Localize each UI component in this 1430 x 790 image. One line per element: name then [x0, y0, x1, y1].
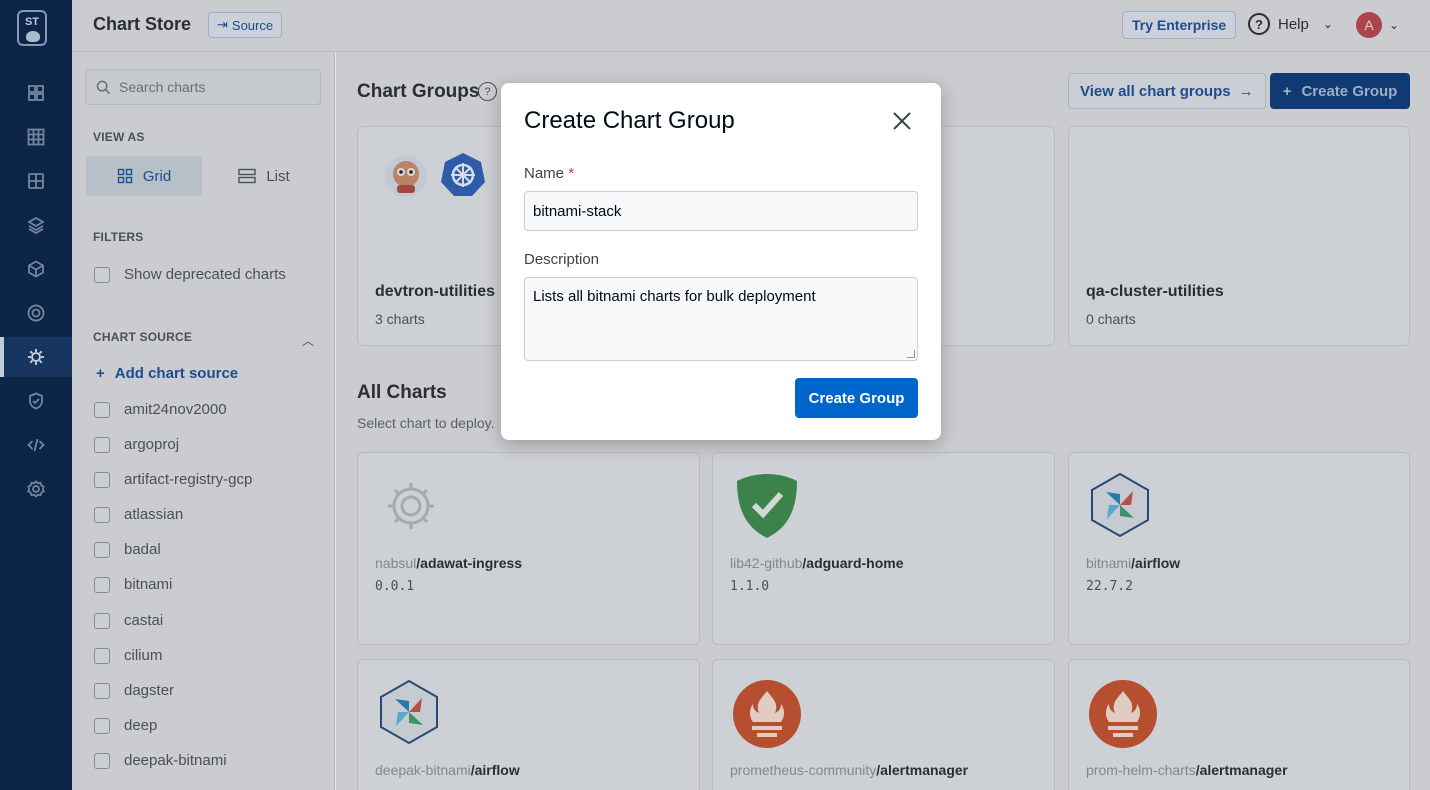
required-mark: *: [568, 165, 575, 182]
resize-handle-icon[interactable]: [907, 350, 915, 358]
create-chart-group-modal: Create Chart Group Name * bitnami-stack …: [501, 83, 941, 440]
close-icon[interactable]: [890, 109, 914, 133]
description-textarea[interactable]: Lists all bitnami charts for bulk deploy…: [524, 277, 918, 361]
modal-title: Create Chart Group: [524, 107, 735, 134]
name-label: Name *: [524, 165, 575, 182]
create-group-submit-button[interactable]: Create Group: [795, 378, 918, 418]
description-label: Description: [524, 251, 600, 268]
name-input[interactable]: bitnami-stack: [524, 191, 918, 231]
